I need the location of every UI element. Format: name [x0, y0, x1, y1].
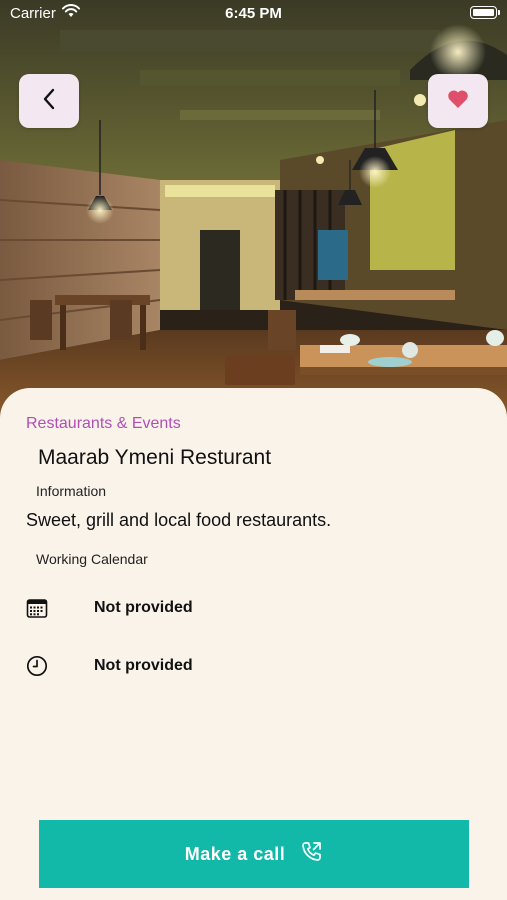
back-button[interactable]: [19, 74, 79, 128]
favorite-button[interactable]: [428, 74, 488, 128]
working-days-row: Not provided: [26, 597, 486, 623]
phone-outgoing-icon: [299, 840, 323, 869]
place-description: Sweet, grill and local food restaurants.: [26, 510, 332, 530]
make-call-label: Make a call: [184, 843, 286, 864]
calendar-icon: [26, 597, 48, 619]
status-time: 6:45 PM: [225, 5, 282, 22]
heart-icon: [447, 89, 469, 114]
status-bar: Carrier 6:45 PM: [0, 0, 507, 28]
category-label: Restaurants & Events: [26, 415, 181, 432]
clock-icon: [26, 655, 48, 677]
information-heading: Information: [36, 483, 107, 499]
hero-image: [0, 0, 507, 420]
battery-icon: [470, 6, 500, 19]
make-call-button[interactable]: Make a call: [39, 820, 469, 888]
chevron-left-icon: [42, 88, 56, 115]
working-hours-row: Not provided: [26, 655, 486, 681]
working-days-value: Not provided: [94, 599, 193, 616]
working-calendar-heading: Working Calendar: [36, 551, 148, 567]
place-title: Maarab Ymeni Resturant: [38, 446, 272, 469]
working-hours-value: Not provided: [94, 657, 193, 674]
